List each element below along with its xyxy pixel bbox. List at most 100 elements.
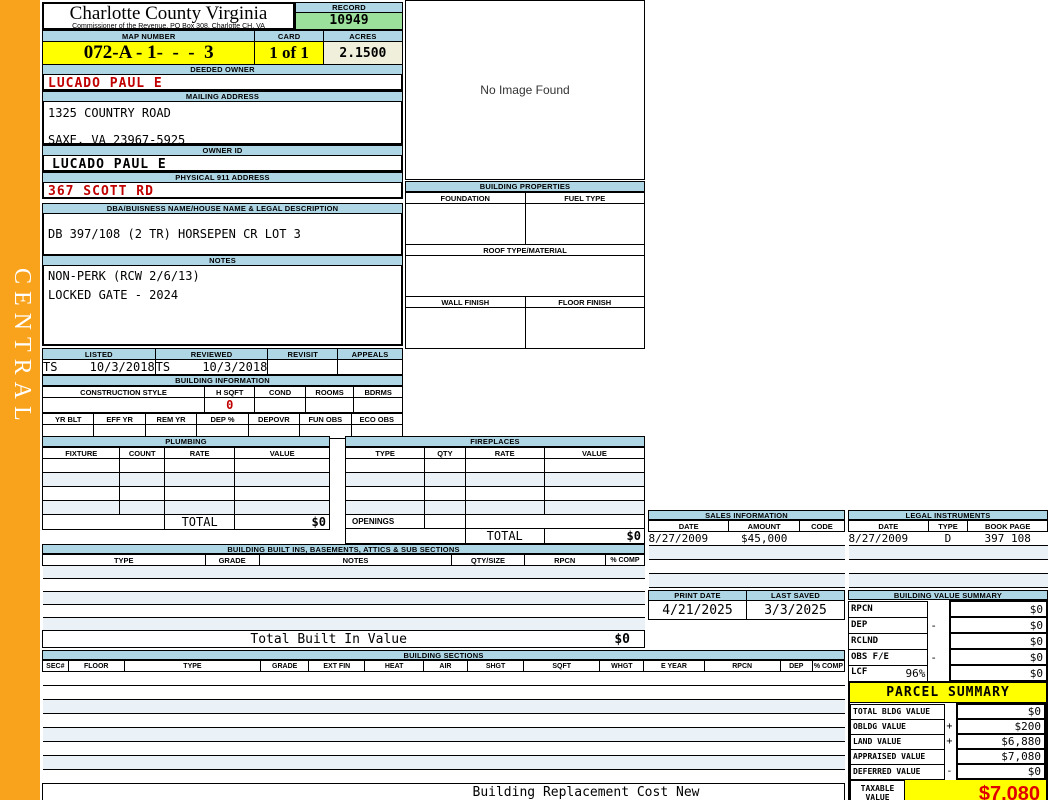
fuel-type-label: FUEL TYPE — [524, 192, 645, 204]
building-info-style-table: CONSTRUCTION STYLE H SQFT COND ROOMS BDR… — [42, 386, 403, 413]
empty-cell — [119, 500, 165, 515]
land-value-op: + — [946, 736, 953, 747]
col-pct-comp: % COMP — [604, 554, 646, 566]
empty-cell — [163, 458, 236, 473]
card-label: CARD — [254, 30, 324, 42]
map-number-label: MAP NUMBER — [41, 30, 256, 42]
empty-cell — [163, 486, 236, 501]
taxable-value: $7,080 — [905, 780, 1046, 800]
fireplaces-title: FIREPLACES — [345, 436, 645, 447]
roof-type-value — [405, 255, 645, 297]
review-table: LISTED REVIEWED REVISIT APPEALS TS 10/3/… — [42, 348, 403, 375]
building-sections-table: SEC# FLOOR TYPE GRADE EXT FIN HEAT AIR S… — [42, 660, 846, 800]
openings-label: OPENINGS — [344, 514, 426, 529]
empty-row — [42, 617, 645, 631]
col-code: CODE — [798, 520, 846, 532]
note-line1: NON-PERK (RCW 2/6/13) — [48, 269, 200, 283]
sale-code — [799, 531, 845, 546]
appraised-value-op — [945, 749, 958, 764]
sales-section: SALES INFORMATION DATE AMOUNT CODE 8/27/… — [647, 510, 846, 588]
land-value: $6,880 — [956, 733, 1046, 750]
empty-row — [42, 591, 645, 605]
col-qty: QTY — [424, 447, 466, 459]
empty-cell — [119, 486, 165, 501]
listed-date: 10/3/2018 — [89, 360, 155, 374]
col-grade: GRADE — [260, 660, 310, 672]
appeals-label: APPEALS — [337, 348, 403, 360]
empty-row — [848, 573, 1048, 588]
building-replacement-footer: Building Replacement Cost New — [42, 783, 845, 800]
building-info-section: BUILDING INFORMATION CONSTRUCTION STYLE … — [41, 375, 404, 439]
foundation-value — [405, 203, 526, 245]
last-saved-value: 3/3/2025 — [746, 600, 845, 620]
col-air: AIR — [422, 660, 469, 672]
building-properties-section: BUILDING PROPERTIES FOUNDATION FUEL TYPE… — [405, 181, 645, 349]
listed-value: TS 10/3/2018 — [42, 359, 156, 375]
col-type: TYPE — [927, 520, 969, 532]
empty-cell — [234, 500, 330, 515]
floor-finish-label: FLOOR FINISH — [524, 296, 645, 308]
col-type: TYPE — [344, 447, 426, 459]
notes-label: NOTES — [42, 255, 403, 266]
dep-op: - — [930, 618, 938, 632]
col-ext-fin: EXT FIN — [308, 660, 366, 672]
mailing-address-label: MAILING ADDRESS — [42, 91, 403, 102]
legal-instruments-title: LEGAL INSTRUMENTS — [848, 510, 1048, 520]
print-info-table: PRINT DATE LAST SAVED 4/21/2025 3/3/2025 — [648, 590, 845, 620]
revisit-label: REVISIT — [267, 348, 339, 360]
obldg-value-label: OBLDG VALUE — [849, 718, 946, 735]
built-ins-title: BUILDING BUILT INS, BASEMENTS, ATTICS & … — [42, 544, 645, 554]
sales-title: SALES INFORMATION — [648, 510, 845, 520]
empty-row — [42, 713, 845, 728]
empty-row — [42, 604, 645, 618]
rpcn-value: $0 — [948, 600, 1049, 618]
physical-address-section: PHYSICAL 911 ADDRESS 367 SCOTT RD — [42, 172, 403, 199]
physical-address-label: PHYSICAL 911 ADDRESS — [42, 172, 403, 183]
empty-cell — [41, 472, 121, 487]
total-bldg-value-op — [945, 704, 958, 719]
empty-cell — [234, 472, 330, 487]
col-bookpage: BOOK PAGE — [967, 520, 1048, 532]
empty-cell — [424, 458, 466, 473]
plumbing-table: FIXTURE COUNT RATE VALUE TOTAL $0 — [41, 447, 330, 530]
col-rpcn: RPCN — [703, 660, 781, 672]
county-title: Charlotte County Virginia — [69, 3, 268, 24]
taxable-value-row: TAXABLE VALUE $7,080 — [850, 780, 1046, 800]
empty-cell — [344, 458, 426, 473]
no-image-text: No Image Found — [480, 83, 570, 97]
empty-cell — [119, 472, 165, 487]
empty-cell — [464, 514, 646, 529]
card-value: 1 of 1 — [254, 41, 324, 65]
review-section: LISTED REVIEWED REVISIT APPEALS TS 10/3/… — [42, 348, 403, 375]
building-value-summary-table: RPCN $0 DEP - $0 RCLND $0 OBS F/E - $0 L… — [847, 600, 1049, 682]
building-properties-table: FOUNDATION FUEL TYPE ROOF TYPE/MATERIAL … — [405, 192, 645, 349]
col-construction-style: CONSTRUCTION STYLE — [42, 386, 205, 398]
map-card-acres: MAP NUMBER CARD ACRES 072-A - 1- - - 3 1… — [41, 30, 404, 65]
col-count: COUNT — [119, 447, 165, 459]
empty-cell — [424, 500, 466, 515]
instrument-date: 8/27/2009 — [848, 531, 929, 546]
col-eff-yr: EFF YR — [93, 413, 146, 425]
empty-row — [648, 573, 845, 588]
col-bdrms: BDRMS — [353, 386, 403, 398]
acres-value: 2.1500 — [322, 41, 404, 65]
empty-row — [42, 727, 845, 742]
empty-cell — [344, 500, 426, 515]
bdrms-value — [353, 397, 403, 413]
empty-row — [848, 545, 1048, 560]
print-date-value: 4/21/2025 — [648, 600, 747, 620]
empty-cell — [42, 514, 165, 530]
empty-cell — [543, 472, 646, 487]
plumbing-title: PLUMBING — [42, 436, 330, 447]
empty-cell — [543, 486, 646, 501]
county-subtitle: Commissioner of the Revenue, PO Box 308,… — [72, 23, 265, 30]
empty-row — [42, 769, 845, 784]
col-amount: AMOUNT — [728, 520, 800, 532]
wall-finish-value — [405, 307, 526, 349]
built-ins-total-value: $0 — [614, 631, 630, 647]
obs-fe-op: - — [930, 650, 938, 664]
dep-value: $0 — [948, 616, 1049, 634]
revisit-value — [267, 359, 339, 375]
lcf-op — [928, 665, 950, 681]
total-bldg-value: $0 — [956, 703, 1046, 720]
